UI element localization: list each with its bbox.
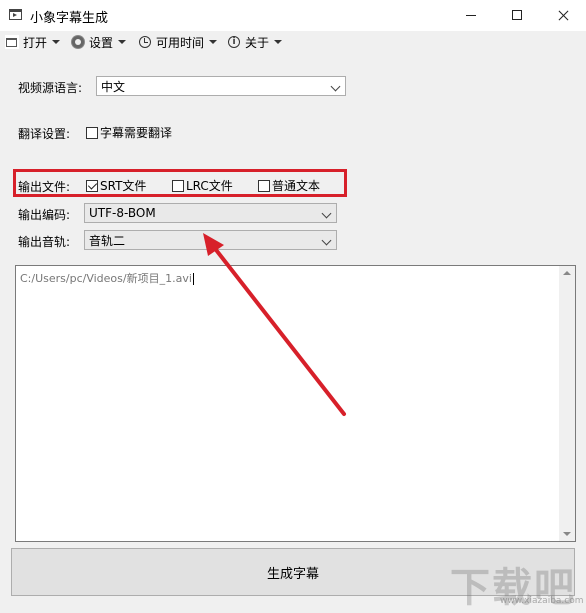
watermark-url: www.xiazaiba.com (500, 596, 584, 606)
generate-subtitles-label: 生成字幕 (266, 566, 319, 582)
annotation-arrow (203, 233, 346, 416)
